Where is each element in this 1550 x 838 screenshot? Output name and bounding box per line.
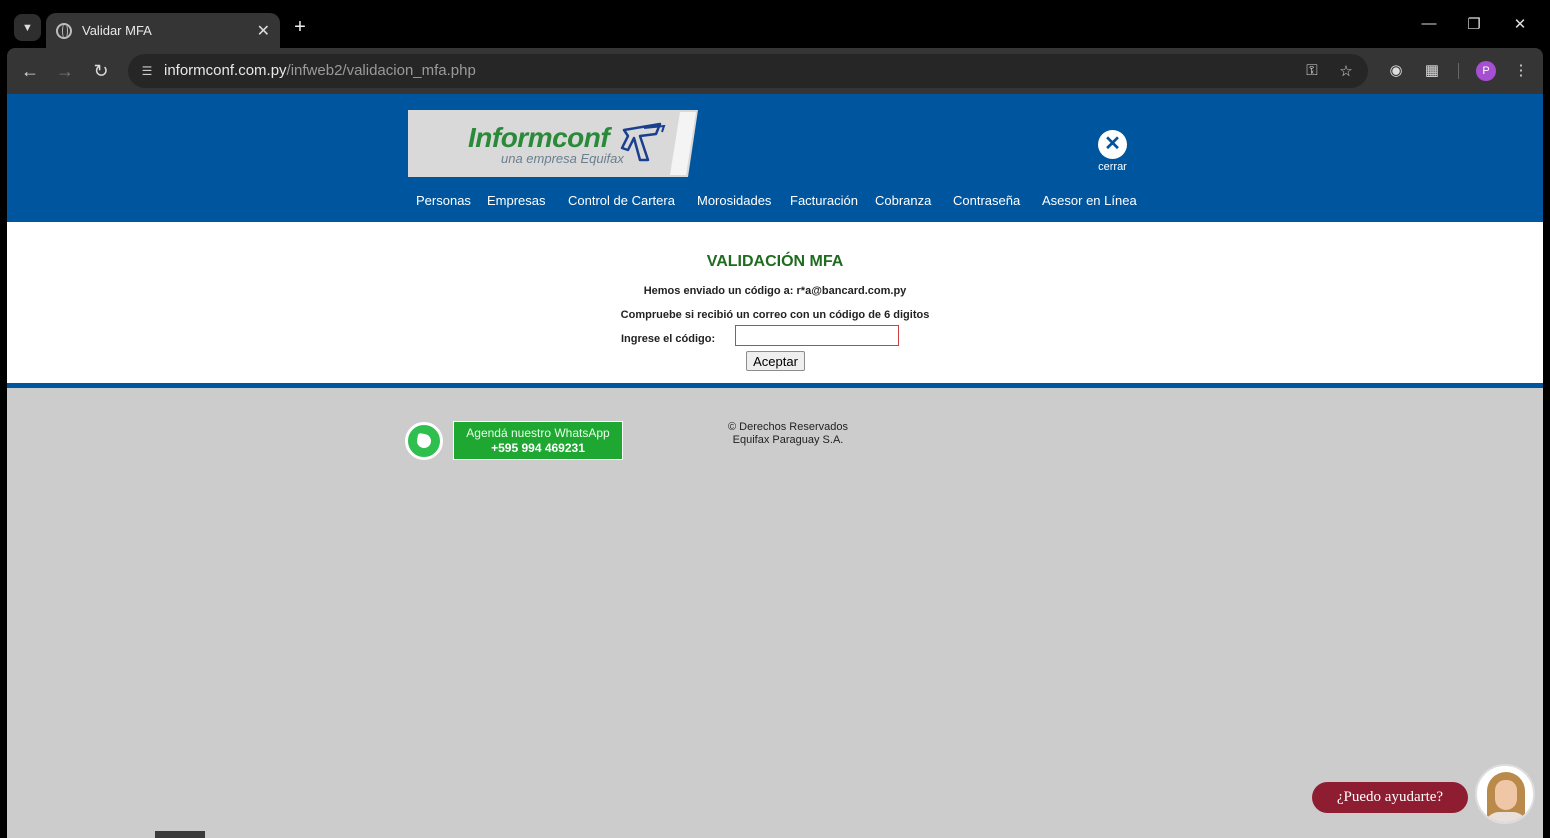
browser-toolbar: ← → ↻ ☰ informconf.com.py/infweb2/valida…: [7, 48, 1543, 94]
page-viewport: Informconf una empresa Equifax ✕ cerrar …: [7, 94, 1543, 838]
content-divider: [7, 383, 1543, 388]
menu-item-contrasena[interactable]: Contraseña: [953, 193, 1020, 208]
main-menu: Personas Empresas Control de Cartera Mor…: [7, 193, 1543, 209]
close-circle-icon: ✕: [1098, 130, 1127, 159]
whatsapp-box: Agendá nuestro WhatsApp +595 994 469231: [453, 421, 623, 460]
forward-arrow-icon[interactable]: →: [53, 59, 77, 83]
menu-item-cobranza[interactable]: Cobranza: [875, 193, 931, 208]
profile-avatar[interactable]: P: [1476, 61, 1496, 81]
menu-item-asesor-en-linea[interactable]: Asesor en Línea: [1042, 193, 1137, 208]
globe-icon: [56, 22, 72, 39]
chat-help-bubble[interactable]: ¿Puedo ayudarte?: [1312, 782, 1468, 813]
menu-item-personas[interactable]: Personas: [416, 193, 471, 208]
site-info-icon[interactable]: ☰: [138, 62, 156, 80]
menu-item-control-de-cartera[interactable]: Control de Cartera: [568, 193, 675, 208]
address-bar[interactable]: ☰ informconf.com.py/infweb2/validacion_m…: [128, 54, 1368, 88]
password-key-icon[interactable]: ⚿: [1302, 62, 1322, 79]
code-field-label: Ingrese el código:: [621, 333, 716, 345]
code-input[interactable]: [735, 325, 899, 346]
extension-glasses-icon[interactable]: ◉: [1385, 60, 1407, 82]
menu-item-empresas[interactable]: Empresas: [487, 193, 546, 208]
chat-assistant-avatar[interactable]: [1475, 764, 1535, 824]
logo-subtitle: una empresa Equifax: [501, 151, 624, 166]
copyright-line-2: Equifax Paraguay S.A.: [732, 434, 844, 446]
menu-item-morosidades[interactable]: Morosidades: [697, 193, 771, 208]
close-label: cerrar: [1098, 161, 1127, 173]
page-title: VALIDACIÓN MFA: [706, 253, 844, 270]
code-sent-message: Hemos enviado un código a: r*a@bancard.c…: [643, 285, 907, 297]
tab-validar-mfa[interactable]: Validar MFA ✕: [46, 13, 280, 48]
accept-button[interactable]: Aceptar: [746, 351, 805, 371]
logo-emblem-icon: [620, 122, 666, 162]
url-path: /infweb2/validacion_mfa.php: [286, 62, 476, 79]
whatsapp-number: +595 994 469231: [491, 441, 585, 455]
menu-item-facturacion[interactable]: Facturación: [790, 193, 858, 208]
browser-window: ▼ Validar MFA ✕ + — ❐ ✕ ← → ↻ ☰ informco…: [0, 0, 1550, 838]
kebab-menu-icon[interactable]: ⋮: [1510, 60, 1532, 82]
bookmark-star-icon[interactable]: ☆: [1336, 62, 1356, 80]
tab-search-chevron-icon[interactable]: ▼: [14, 14, 41, 41]
horizontal-scrollbar-thumb[interactable]: [155, 831, 205, 838]
back-arrow-icon[interactable]: ←: [18, 59, 42, 83]
reload-icon[interactable]: ↻: [89, 59, 113, 83]
window-close-icon[interactable]: ✕: [1510, 15, 1530, 33]
mfa-form-section: VALIDACIÓN MFA Hemos enviado un código a…: [7, 222, 1543, 383]
new-tab-plus-icon[interactable]: +: [290, 15, 310, 39]
tab-title: Validar MFA: [82, 23, 152, 38]
url-domain: informconf.com.py: [164, 62, 287, 79]
copyright: © Derechos Reservados Equifax Paraguay S…: [687, 421, 889, 447]
informconf-logo[interactable]: Informconf una empresa Equifax: [408, 110, 698, 177]
restore-icon[interactable]: ❐: [1464, 15, 1484, 33]
whatsapp-icon: [405, 422, 443, 460]
tab-close-icon[interactable]: ✕: [257, 21, 270, 41]
url-text[interactable]: informconf.com.py/infweb2/validacion_mfa…: [164, 62, 476, 79]
extensions-puzzle-icon[interactable]: ▦: [1421, 60, 1443, 82]
close-session-button[interactable]: ✕ cerrar: [1098, 130, 1127, 173]
whatsapp-cta: Agendá nuestro WhatsApp: [466, 426, 610, 440]
toolbar-separator: [1458, 63, 1459, 79]
check-email-message: Compruebe si recibió un correo con un có…: [620, 309, 930, 321]
logo-name: Informconf: [468, 122, 610, 153]
tab-strip: ▼ Validar MFA ✕ + — ❐ ✕: [0, 0, 1550, 48]
copyright-line-1: © Derechos Reservados: [728, 421, 848, 433]
minimize-icon[interactable]: —: [1419, 15, 1439, 32]
site-header: Informconf una empresa Equifax ✕ cerrar …: [7, 94, 1543, 222]
whatsapp-banner[interactable]: Agendá nuestro WhatsApp +595 994 469231: [405, 420, 627, 462]
